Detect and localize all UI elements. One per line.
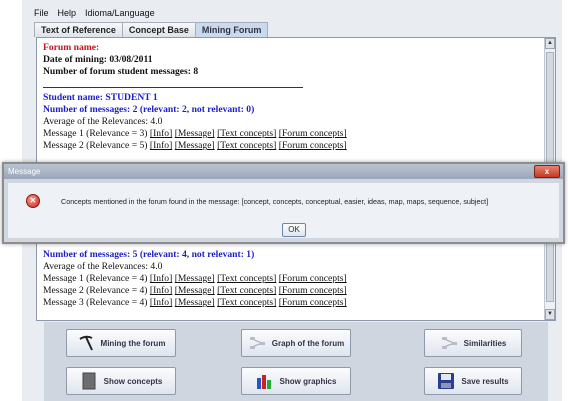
message-link[interactable]: [Message] [175, 140, 215, 151]
tab-mining-forum[interactable]: Mining Forum [194, 22, 269, 37]
message-link[interactable]: [Message] [175, 285, 215, 296]
message-label: Message 2 (Relevance = 5) [43, 140, 148, 152]
message-link[interactable]: [Message] [175, 273, 215, 284]
message-label: Message 3 (Relevance = 4) [43, 297, 148, 309]
forum-name: Forum name: [43, 42, 100, 53]
forum-concepts-link[interactable]: [Forum concepts] [279, 273, 347, 284]
message-row: Message 3 (Relevance = 4) [Info] [Messag… [43, 297, 541, 309]
message-link[interactable]: [Message] [175, 128, 215, 139]
mining-the-forum-button[interactable]: Mining the forum [66, 329, 176, 357]
message-row: Message 1 (Relevance = 3) [Info] [Messag… [43, 128, 541, 140]
info-link[interactable]: [Info] [150, 128, 172, 139]
message-label: Message 1 (Relevance = 3) [43, 128, 148, 140]
similarities-button[interactable]: Similarities [424, 329, 522, 357]
show-graphics-button[interactable]: Show graphics [241, 367, 351, 395]
dialog-title-bar[interactable]: Message [4, 164, 563, 179]
similarities-label: Similarities [463, 338, 507, 348]
mining-the-forum-label: Mining the forum [100, 338, 166, 348]
forum-concepts-link[interactable]: [Forum concepts] [279, 140, 347, 151]
show-concepts-label: Show concepts [103, 376, 163, 386]
graph-icon [249, 337, 265, 349]
student-name: Student name: STUDENT 1 [43, 91, 158, 103]
error-icon: ✕ [26, 194, 40, 208]
ok-button[interactable]: OK [282, 223, 306, 237]
graph-of-the-forum-button[interactable]: Graph of the forum [241, 329, 351, 357]
menu-language[interactable]: Idioma/Language [85, 8, 155, 18]
forum-concepts-link[interactable]: [Forum concepts] [279, 285, 347, 296]
text-concepts-link[interactable]: [Text concepts] [217, 273, 276, 284]
close-icon[interactable]: x [534, 165, 560, 178]
message-dialog: Message x ✕ Concepts mentioned in the fo… [2, 162, 565, 244]
save-results-label: Save results [461, 376, 509, 386]
show-concepts-button[interactable]: Show concepts [66, 367, 176, 395]
message-row: Message 1 (Relevance = 4) [Info] [Messag… [43, 273, 541, 285]
action-button-panel: Mining the forum Graph of the forum Simi… [44, 322, 548, 401]
graph-of-the-forum-label: Graph of the forum [271, 338, 345, 348]
text-concepts-link[interactable]: [Text concepts] [217, 285, 276, 296]
message-label: Message 2 (Relevance = 4) [43, 285, 148, 297]
separator [43, 86, 303, 88]
message-link[interactable]: [Message] [175, 297, 215, 308]
dialog-body: ✕ Concepts mentioned in the forum found … [4, 179, 563, 242]
tab-concept-base[interactable]: Concept Base [121, 22, 196, 37]
dialog-message: Concepts mentioned in the forum found in… [61, 197, 489, 206]
show-graphics-label: Show graphics [279, 376, 337, 386]
text-concepts-link[interactable]: [Text concepts] [217, 128, 276, 139]
tab-text-of-reference[interactable]: Text of Reference [34, 22, 123, 37]
floppy-disk-icon [438, 373, 455, 389]
date-of-mining: Date of mining: 03/08/2011 [43, 54, 153, 66]
student-average: Average of the Relevances: 4.0 [43, 260, 163, 272]
number-of-messages: Number of forum student messages: 8 [43, 66, 199, 78]
menu-file[interactable]: File [34, 8, 49, 18]
forum-concepts-link[interactable]: [Forum concepts] [279, 128, 347, 139]
save-results-button[interactable]: Save results [424, 367, 522, 395]
student-message-count: Number of messages: 5 (relevant: 4, not … [43, 248, 255, 260]
menu-help[interactable]: Help [58, 8, 77, 18]
info-link[interactable]: [Info] [150, 285, 172, 296]
scroll-up-icon[interactable]: ▲ [545, 38, 555, 49]
concepts-icon [82, 372, 96, 390]
info-link[interactable]: [Info] [150, 140, 172, 151]
scroll-down-icon[interactable]: ▼ [545, 309, 555, 320]
student-message-count: Number of messages: 2 (relevant: 2, not … [43, 103, 255, 115]
student-average: Average of the Relevances: 4.0 [43, 116, 163, 128]
text-concepts-link[interactable]: [Text concepts] [217, 140, 276, 151]
tab-bar: Text of Reference Concept Base Mining Fo… [34, 22, 269, 37]
forum-concepts-link[interactable]: [Forum concepts] [279, 297, 347, 308]
menu-bar: File Help Idioma/Language [22, 4, 155, 22]
info-link[interactable]: [Info] [150, 297, 172, 308]
similarities-icon [441, 337, 457, 349]
info-link[interactable]: [Info] [150, 273, 172, 284]
text-concepts-link[interactable]: [Text concepts] [217, 297, 276, 308]
message-row: Message 2 (Relevance = 4) [Info] [Messag… [43, 285, 541, 297]
bar-chart-icon [256, 375, 271, 389]
pickaxe-icon [78, 335, 93, 351]
message-label: Message 1 (Relevance = 4) [43, 273, 148, 285]
dialog-title: Message [8, 167, 41, 176]
message-row: Message 2 (Relevance = 5) [Info] [Messag… [43, 140, 541, 152]
